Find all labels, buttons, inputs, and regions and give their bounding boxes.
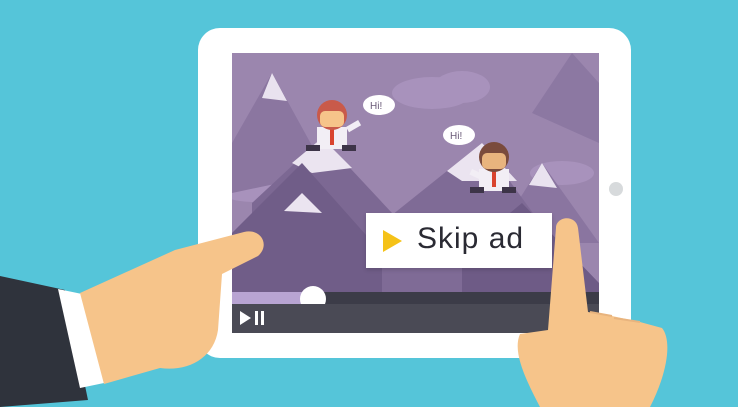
hands bbox=[0, 218, 668, 407]
scene: Hi! Hi! Skip ad bbox=[0, 0, 738, 407]
right-hand bbox=[517, 218, 668, 407]
left-hand bbox=[0, 231, 264, 407]
